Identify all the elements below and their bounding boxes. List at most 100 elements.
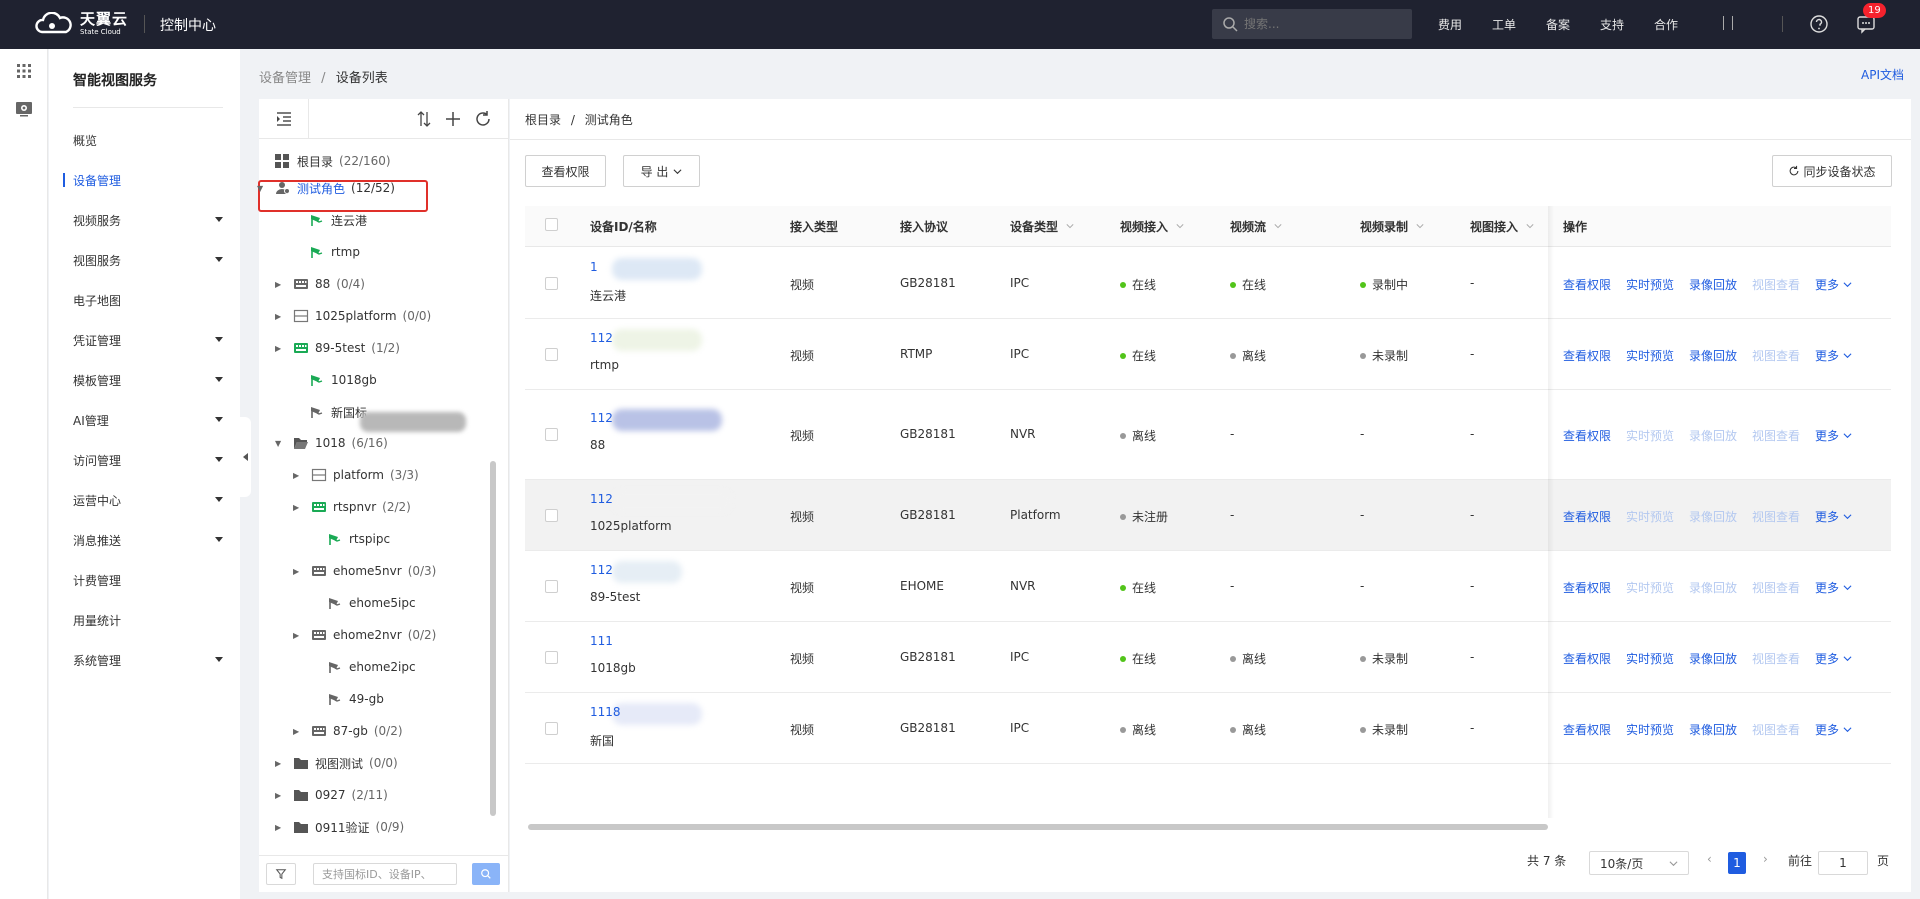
page-1[interactable]: 1 [1728,852,1746,874]
caret-right-icon[interactable]: ▶ [275,280,285,289]
chevron-down-icon[interactable] [1518,219,1534,233]
chevron-down-icon[interactable] [1058,219,1074,233]
sync-status-button[interactable]: 同步设备状态 [1772,155,1892,187]
menu-operations[interactable]: 运营中心 [73,492,223,509]
tree-node-rtspipc[interactable]: rtspipc [327,529,396,549]
chevron-down-icon[interactable] [1266,219,1282,233]
caret-right-icon[interactable]: ▶ [275,823,285,832]
tree-node-rtmp[interactable]: rtmp [309,242,366,262]
search-input[interactable] [1244,17,1394,31]
chevron-down-icon[interactable] [1839,652,1852,666]
op-more[interactable]: 更多 [1815,276,1852,293]
goto-page-input[interactable]: 1 [1818,851,1868,875]
row-checkbox[interactable] [545,579,558,593]
refresh-icon[interactable] [473,109,493,129]
device-id-link[interactable]: 112 [590,563,613,577]
row-checkbox[interactable] [545,428,558,441]
chevron-down-icon[interactable] [1839,581,1852,595]
next-page-icon[interactable]: › [1763,852,1768,866]
caret-right-icon[interactable]: ▶ [293,631,303,640]
column-header[interactable]: 视频流 [1230,206,1282,246]
export-button[interactable]: 导 出 [623,155,700,187]
op-live-preview[interactable]: 实时预览 [1626,276,1674,293]
tree-search-input[interactable]: 支持国标ID、设备IP、 [313,863,457,885]
tree-node-1025platform[interactable]: ▶ 1025platform (0/0) [275,306,431,326]
nav-support[interactable]: 支持 [1600,16,1624,33]
user-menu[interactable] [1723,16,1733,30]
help-icon[interactable] [1809,14,1829,34]
op-live-preview[interactable]: 实时预览 [1626,650,1674,667]
op-more[interactable]: 更多 [1815,347,1852,364]
row-checkbox[interactable] [545,347,558,361]
menu-billing[interactable]: 计费管理 [73,572,223,589]
menu-messages[interactable]: 消息推送 [73,532,223,549]
tree-node-ehome5nvr[interactable]: ▶ ehome5nvr (0/3) [293,561,436,581]
page-size-select[interactable]: 10条/页 [1589,851,1689,875]
grid-icon[interactable] [14,61,34,81]
row-checkbox[interactable] [545,276,558,290]
op-more[interactable]: 更多 [1815,579,1852,596]
tree-node-ehome5ipc[interactable]: ehome5ipc [327,593,422,613]
tree-node-87-gb[interactable]: ▶ 87-gb (0/2) [293,721,403,741]
tree-node-rtspnvr[interactable]: ▶ rtspnvr (2/2) [293,497,411,517]
row-checkbox[interactable] [545,508,558,522]
tree-node-platform[interactable]: ▶ platform (3/3) [293,465,419,485]
caret-right-icon[interactable]: ▶ [275,312,285,321]
op-view-permission[interactable]: 查看权限 [1563,276,1611,293]
breadcrumb-parent[interactable]: 设备管理 [259,71,311,86]
menu-templates[interactable]: 模板管理 [73,372,223,389]
column-header[interactable]: 视图接入 [1470,206,1534,246]
device-id-link[interactable]: 1 [590,260,598,274]
tree-node-root[interactable]: 根目录 (22/160) [275,151,391,171]
global-search[interactable] [1212,9,1412,39]
chevron-down-icon[interactable] [1839,723,1852,737]
op-more[interactable]: 更多 [1815,721,1852,738]
horizontal-scrollbar[interactable] [528,824,1548,830]
op-more[interactable]: 更多 [1815,650,1852,667]
view-service-icon[interactable] [14,99,34,119]
nav-billing[interactable]: 费用 [1438,16,1462,33]
menu-device-management[interactable]: 设备管理 [73,172,223,189]
menu-overview[interactable]: 概览 [73,132,223,149]
collapse-sidebar-button[interactable] [239,417,251,497]
op-view-permission[interactable]: 查看权限 [1563,427,1611,444]
column-header[interactable]: 视频录制 [1360,206,1424,246]
menu-usage[interactable]: 用量统计 [73,612,223,629]
logo[interactable]: 天翼云 State Cloud [34,12,128,36]
caret-down-icon[interactable]: ▼ [257,184,267,193]
tree-node-89-5test[interactable]: ▶ 89-5test (1/2) [275,338,400,358]
caret-right-icon[interactable]: ▶ [275,759,285,768]
nav-ticket[interactable]: 工单 [1492,16,1516,33]
device-id-link[interactable]: 1118 [590,705,621,719]
op-view-permission[interactable]: 查看权限 [1563,347,1611,364]
menu-video-service[interactable]: 视频服务 [73,212,223,229]
api-doc-link[interactable]: API文档 [1861,66,1904,83]
console-title[interactable]: 控制中心 [160,15,216,35]
tree-node-0911[interactable]: ▶ 0911验证 (0/9) [275,817,404,837]
tree-node-view-test[interactable]: ▶ 视图测试 (0/0) [275,753,398,773]
panel-breadcrumb-root[interactable]: 根目录 [525,113,561,127]
select-all-checkbox[interactable] [545,218,558,231]
toggle-tree-button[interactable] [259,99,309,139]
op-live-preview[interactable]: 实时预览 [1626,347,1674,364]
op-live-preview[interactable]: 实时预览 [1626,721,1674,738]
row-checkbox[interactable] [545,721,558,735]
tree-node-test-role[interactable]: ▼ 测试角色 (12/52) [257,178,395,198]
nav-partner[interactable]: 合作 [1654,16,1678,33]
tree-node-49-gb[interactable]: 49-gb [327,689,390,709]
op-more[interactable]: 更多 [1815,508,1852,525]
row-checkbox[interactable] [545,650,558,664]
menu-view-service[interactable]: 视图服务 [73,252,223,269]
caret-right-icon[interactable]: ▶ [293,471,303,480]
tree-node-lianyungang[interactable]: 连云港 [309,210,373,230]
menu-credentials[interactable]: 凭证管理 [73,332,223,349]
caret-right-icon[interactable]: ▶ [275,791,285,800]
op-playback[interactable]: 录像回放 [1689,347,1737,364]
chevron-down-icon[interactable] [1839,278,1852,292]
caret-right-icon[interactable]: ▶ [275,344,285,353]
tree-node-ehome2nvr[interactable]: ▶ ehome2nvr (0/2) [293,625,436,645]
device-id-link[interactable]: 111 [590,634,613,648]
chevron-down-icon[interactable] [1839,510,1852,524]
op-playback[interactable]: 录像回放 [1689,650,1737,667]
caret-down-icon[interactable]: ▼ [275,439,285,448]
